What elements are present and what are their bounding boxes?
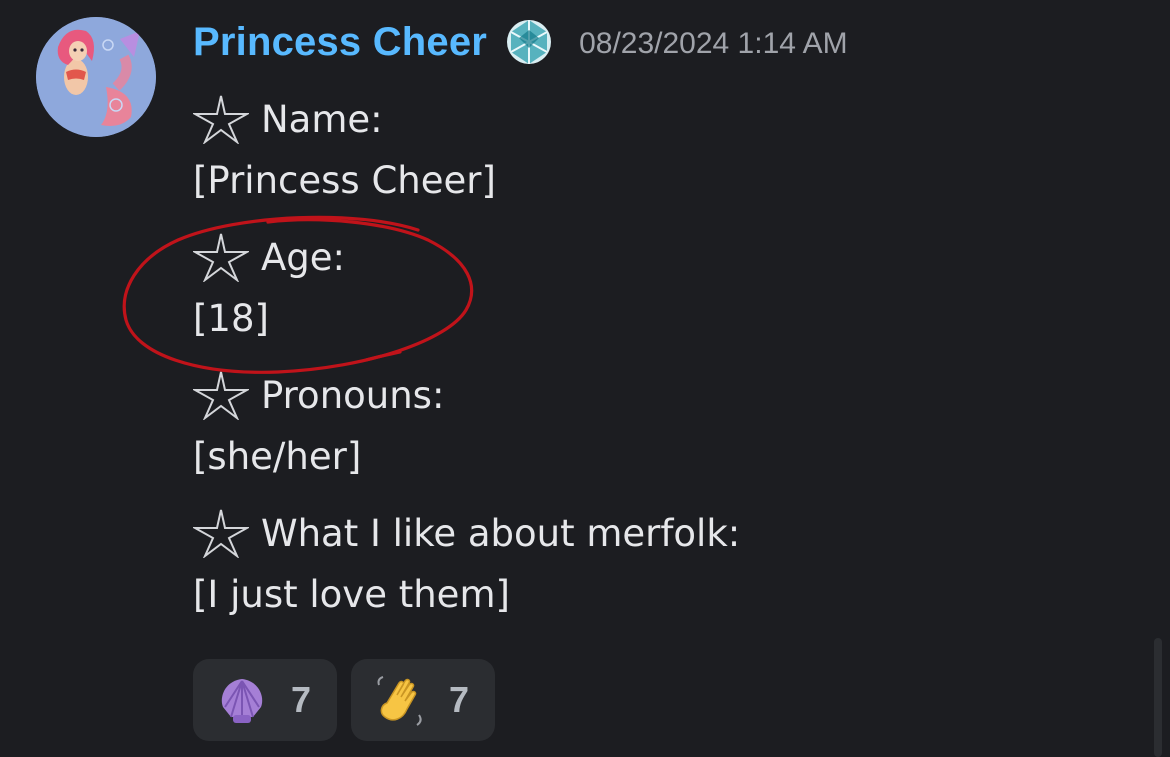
user-avatar[interactable] xyxy=(36,17,156,137)
field-name: Name: [Princess Cheer] xyxy=(193,88,1133,212)
field-age: Age: [18] xyxy=(193,226,1133,350)
field-pronouns: Pronouns: [she/her] xyxy=(193,364,1133,488)
reaction-count: 7 xyxy=(291,679,312,720)
chat-message: Princess Cheer 08/23/2024 1:14 AM Name: … xyxy=(0,0,1170,757)
shell-icon xyxy=(221,679,263,723)
starfish-icon xyxy=(193,95,249,144)
message-header: Princess Cheer 08/23/2024 1:14 AM xyxy=(193,14,848,70)
reactions-bar: 7 7 xyxy=(193,659,496,741)
starfish-icon xyxy=(193,371,249,420)
field-value-merfolk: [I just love them] xyxy=(193,573,510,616)
scrollbar[interactable] xyxy=(1154,638,1162,757)
field-value-pronouns: [she/her] xyxy=(193,435,362,478)
waving-hand-icon xyxy=(377,676,422,726)
starfish-icon xyxy=(193,509,249,558)
starfish-icon xyxy=(193,233,249,282)
field-merfolk: What I like about merfolk: [I just love … xyxy=(193,502,1133,626)
field-label-name: Name: xyxy=(261,97,383,141)
field-value-name: [Princess Cheer] xyxy=(193,159,496,202)
crystal-badge-icon[interactable] xyxy=(501,14,557,70)
reaction-shell[interactable]: 7 xyxy=(193,659,338,741)
field-label-age: Age: xyxy=(261,235,346,279)
mermaid-avatar-icon xyxy=(36,17,156,137)
field-value-age: [18] xyxy=(193,297,269,340)
message-timestamp: 08/23/2024 1:14 AM xyxy=(579,27,848,60)
field-label-pronouns: Pronouns: xyxy=(261,373,445,417)
reaction-count: 7 xyxy=(449,679,470,720)
message-content: Name: [Princess Cheer] Age: [18] Pronoun… xyxy=(193,88,1133,640)
reaction-wave[interactable]: 7 xyxy=(351,659,496,741)
author-name[interactable]: Princess Cheer xyxy=(193,20,487,65)
field-label-merfolk: What I like about merfolk: xyxy=(261,511,741,555)
